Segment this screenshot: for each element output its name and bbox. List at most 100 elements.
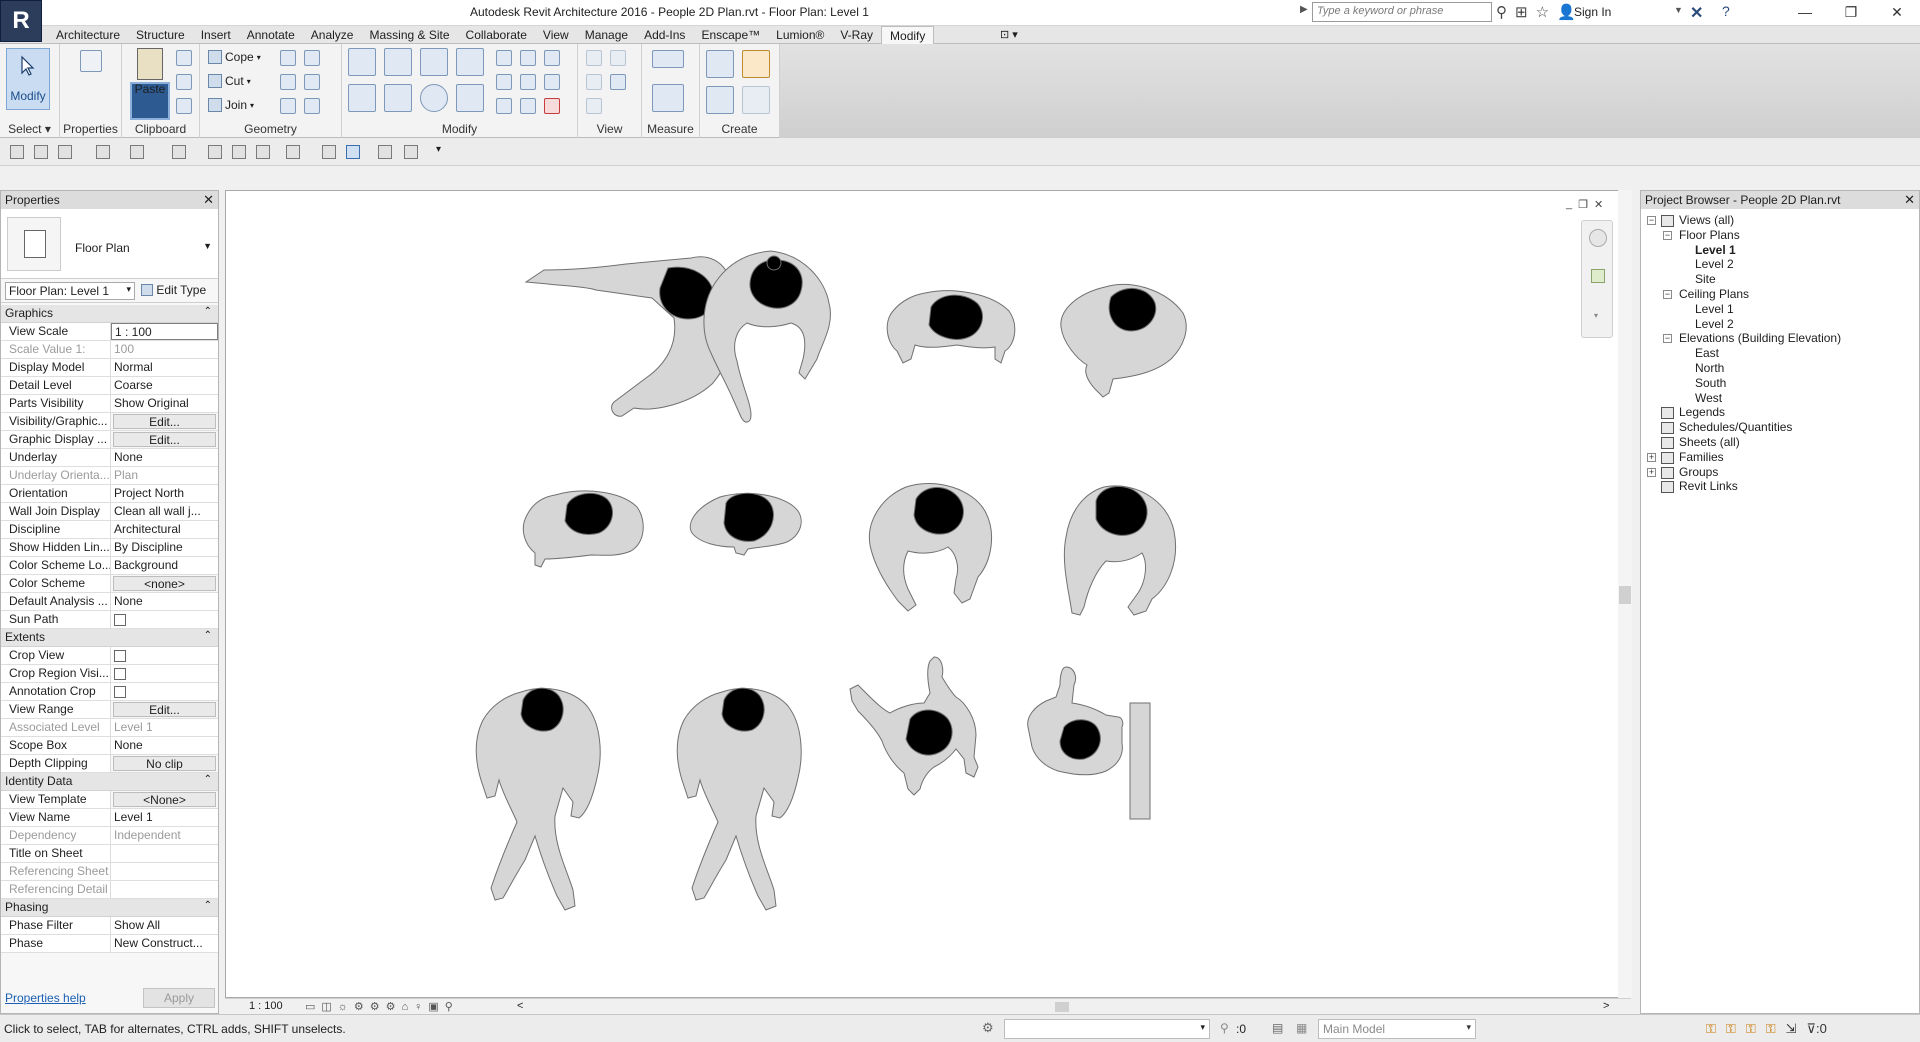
collapse-icon[interactable]: − (1663, 290, 1672, 299)
property-value[interactable]: None (111, 449, 218, 466)
browser-tree-item[interactable]: Level 1 (1695, 243, 1736, 257)
property-checkbox[interactable] (114, 614, 126, 626)
tab-annotate[interactable]: Annotate (239, 26, 303, 44)
edit-type-button[interactable]: Edit Type (141, 283, 206, 297)
expand-icon[interactable]: + (1647, 452, 1656, 462)
collapse-icon[interactable]: − (1647, 216, 1656, 225)
property-edit-button[interactable]: <none> (113, 576, 216, 591)
chevron-down-icon[interactable]: ▼ (203, 241, 212, 251)
sign-in-link[interactable]: Sign In (1574, 5, 1611, 19)
tab-view[interactable]: View (535, 26, 577, 44)
wrench-icon[interactable] (304, 98, 320, 114)
browser-tree-item[interactable]: Legends (1679, 405, 1725, 419)
create-parts-icon[interactable] (742, 50, 770, 78)
instance-selector[interactable]: Floor Plan: Level 1 ▾ (5, 282, 135, 300)
split-gap-icon[interactable] (520, 50, 536, 66)
design-option-dropdown[interactable]: Main Model ▾ (1318, 1019, 1476, 1039)
vertical-scrollbar-thumb[interactable] (1619, 586, 1631, 604)
property-value[interactable]: Show Original (111, 395, 218, 412)
paint-icon[interactable] (304, 50, 320, 66)
property-checkbox[interactable] (114, 650, 126, 662)
drawing-area[interactable] (225, 190, 1631, 998)
property-value[interactable] (111, 845, 218, 862)
open-icon[interactable] (10, 145, 24, 159)
restore-icon[interactable]: ❐ (1828, 0, 1874, 26)
trim-multiple-icon[interactable] (496, 98, 512, 114)
tab-collaborate[interactable]: Collaborate (458, 26, 535, 44)
undo-icon[interactable] (96, 145, 110, 159)
match-type-icon[interactable] (176, 98, 192, 114)
split-icon[interactable] (280, 98, 296, 114)
design-options-icon[interactable]: ▤ (1272, 1021, 1283, 1035)
view-scale-button[interactable]: 1 : 100 (249, 1000, 283, 1012)
measure-between-icon[interactable] (652, 50, 684, 68)
browser-tree-item[interactable]: Site (1695, 272, 1716, 286)
mirror-draw-axis-icon[interactable] (456, 48, 484, 76)
steering-wheel-icon[interactable] (1589, 229, 1607, 247)
measure-qat-icon[interactable] (172, 145, 186, 159)
unpin-icon[interactable] (544, 50, 560, 66)
mirror-pick-axis-icon[interactable] (420, 48, 448, 76)
horizontal-scrollbar-thumb[interactable] (1055, 1002, 1069, 1012)
browser-tree-item[interactable]: North (1695, 361, 1724, 375)
property-group-header[interactable]: Phasing ⌃ (1, 899, 218, 917)
user-icon[interactable]: 👤 (1557, 3, 1576, 21)
thin-lines-qat-icon[interactable] (346, 145, 360, 159)
switch-windows-qat-icon[interactable] (404, 145, 418, 159)
cut-geometry-button[interactable]: Cut ▾ (208, 74, 251, 88)
editing-requests-icon[interactable]: ⚲ (1220, 1021, 1229, 1035)
modify-tool-button[interactable]: Modify (6, 48, 50, 110)
property-edit-button[interactable]: Edit... (113, 414, 216, 429)
property-value[interactable] (111, 683, 218, 700)
join-button[interactable]: Join ▾ (208, 98, 254, 112)
cope-button[interactable]: Cope ▾ (208, 50, 261, 64)
search-input[interactable]: Type a keyword or phrase (1312, 2, 1492, 22)
property-checkbox[interactable] (114, 668, 126, 680)
browser-tree-item[interactable]: South (1695, 376, 1726, 390)
tab-overflow-icon[interactable]: ⊡ ▾ (1000, 28, 1018, 41)
section-qat-icon[interactable] (322, 145, 336, 159)
browser-tree-item[interactable]: Schedules/Quantities (1679, 420, 1792, 434)
browser-tree-item[interactable]: Level 2 (1695, 257, 1734, 271)
select-underlay-icon[interactable]: ⚿ (1726, 1021, 1736, 1037)
workset-dropdown[interactable]: ▾ (1004, 1019, 1210, 1039)
browser-tree-item[interactable]: Revit Links (1679, 479, 1738, 493)
rotate-icon[interactable] (420, 84, 448, 112)
browser-tree-item[interactable]: East (1695, 346, 1719, 360)
browser-tree-item[interactable]: Views (all) (1679, 213, 1734, 227)
scroll-right-icon[interactable]: > (1603, 1000, 1609, 1012)
browser-tree-item[interactable]: Floor Plans (1679, 228, 1740, 242)
browser-tree-item[interactable]: Sheets (all) (1679, 435, 1740, 449)
tab-manage[interactable]: Manage (577, 26, 636, 44)
move-icon[interactable] (348, 84, 376, 112)
trim-extend-icon[interactable] (456, 84, 484, 112)
tab-insert[interactable]: Insert (193, 26, 239, 44)
pin-icon[interactable] (520, 98, 536, 114)
tab-massing-site[interactable]: Massing & Site (361, 26, 457, 44)
tag-qat-icon[interactable] (232, 145, 246, 159)
property-value[interactable]: Show All (111, 917, 218, 934)
property-value[interactable]: Background (111, 557, 218, 574)
dimension-qat-icon[interactable] (208, 145, 222, 159)
property-value[interactable]: Project North (111, 485, 218, 502)
offset-icon[interactable] (384, 48, 412, 76)
filter-icon[interactable]: ⊽:0 (1807, 1021, 1827, 1037)
property-group-header[interactable]: Extents ⌃ (1, 629, 218, 647)
type-properties-icon[interactable] (80, 50, 102, 72)
close-icon[interactable]: ✕ (1904, 192, 1915, 208)
property-value[interactable]: Architectural (111, 521, 218, 538)
scale-icon[interactable] (520, 74, 536, 90)
minimize-icon[interactable]: — (1782, 0, 1828, 26)
browser-tree-item[interactable]: Groups (1679, 465, 1718, 479)
property-value[interactable]: 1 : 100 (111, 323, 218, 340)
property-edit-button[interactable]: No clip (113, 756, 216, 771)
tab-enscape[interactable]: Enscape™ (693, 26, 768, 44)
property-group-header[interactable]: Graphics ⌃ (1, 305, 218, 323)
select-pinned-icon[interactable]: ⚿ (1746, 1021, 1756, 1037)
tab-add-ins[interactable]: Add-Ins (636, 26, 693, 44)
property-value[interactable]: None (111, 593, 218, 610)
type-selector[interactable]: Floor Plan ▼ (1, 209, 218, 279)
trim-single-icon[interactable] (544, 74, 560, 90)
browser-tree-item[interactable]: Level 2 (1695, 317, 1734, 331)
application-menu-button[interactable]: R (0, 0, 42, 42)
